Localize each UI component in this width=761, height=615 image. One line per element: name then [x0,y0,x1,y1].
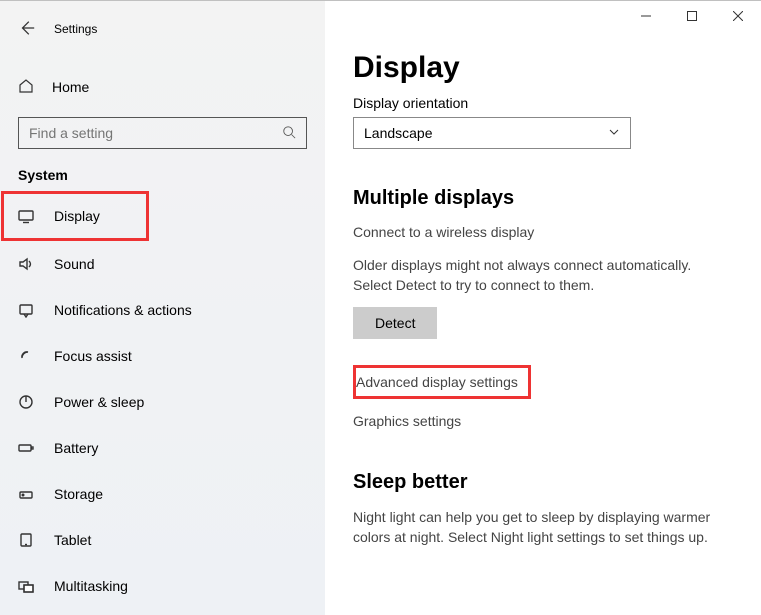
sidebar-item-label: Sound [54,256,94,272]
sidebar-item-label: Multitasking [54,578,128,594]
sidebar-item-storage[interactable]: Storage [0,471,325,517]
sidebar-item-label: Storage [54,486,103,502]
sidebar-home[interactable]: Home [0,67,325,107]
sleep-better-description: Night light can help you get to sleep by… [353,508,731,547]
sidebar-item-label: Battery [54,440,98,456]
graphics-settings-link[interactable]: Graphics settings [353,413,731,429]
sidebar-item-label: Display [54,208,100,224]
maximize-button[interactable] [669,0,715,32]
notifications-icon [18,302,36,318]
power-icon [18,394,36,410]
sidebar-home-label: Home [52,79,89,95]
close-button[interactable] [715,0,761,32]
sidebar-item-label: Tablet [54,532,91,548]
chevron-down-icon [608,125,620,141]
connect-wireless-link[interactable]: Connect to a wireless display [353,224,731,240]
minimize-button[interactable] [623,0,669,32]
orientation-label: Display orientation [353,95,731,111]
main-content: Display Display orientation Landscape Mu… [325,1,761,615]
tablet-icon [18,532,36,548]
sleep-better-heading: Sleep better [353,471,731,494]
search-box[interactable] [18,117,307,149]
sidebar-item-tablet[interactable]: Tablet [0,517,325,563]
sidebar-item-power-sleep[interactable]: Power & sleep [0,379,325,425]
sidebar-item-display[interactable]: Display [1,191,149,241]
display-icon [18,208,36,224]
sidebar-item-label: Power & sleep [54,394,144,410]
sidebar: Settings Home System Display Sound Notif… [0,1,325,615]
detect-button[interactable]: Detect [353,307,437,339]
storage-icon [18,486,36,502]
window-controls [623,0,761,32]
sound-icon [18,256,36,272]
focus-icon [18,348,36,364]
battery-icon [18,440,36,456]
sidebar-item-label: Focus assist [54,348,132,364]
orientation-value: Landscape [364,125,433,141]
search-icon [282,125,296,142]
search-input[interactable] [29,125,282,141]
detect-description: Older displays might not always connect … [353,256,731,295]
multiple-displays-heading: Multiple displays [353,187,731,210]
back-button[interactable] [18,19,36,40]
window-title: Settings [54,22,97,36]
home-icon [18,78,34,97]
orientation-dropdown[interactable]: Landscape [353,117,631,149]
sidebar-item-multitasking[interactable]: Multitasking [0,563,325,609]
sidebar-item-battery[interactable]: Battery [0,425,325,471]
sidebar-item-notifications[interactable]: Notifications & actions [0,287,325,333]
page-title: Display [353,51,731,85]
sidebar-item-label: Notifications & actions [54,302,192,318]
sidebar-category: System [0,149,325,191]
multitasking-icon [18,578,36,594]
sidebar-item-focus-assist[interactable]: Focus assist [0,333,325,379]
advanced-display-settings-link[interactable]: Advanced display settings [353,365,531,399]
sidebar-item-sound[interactable]: Sound [0,241,325,287]
